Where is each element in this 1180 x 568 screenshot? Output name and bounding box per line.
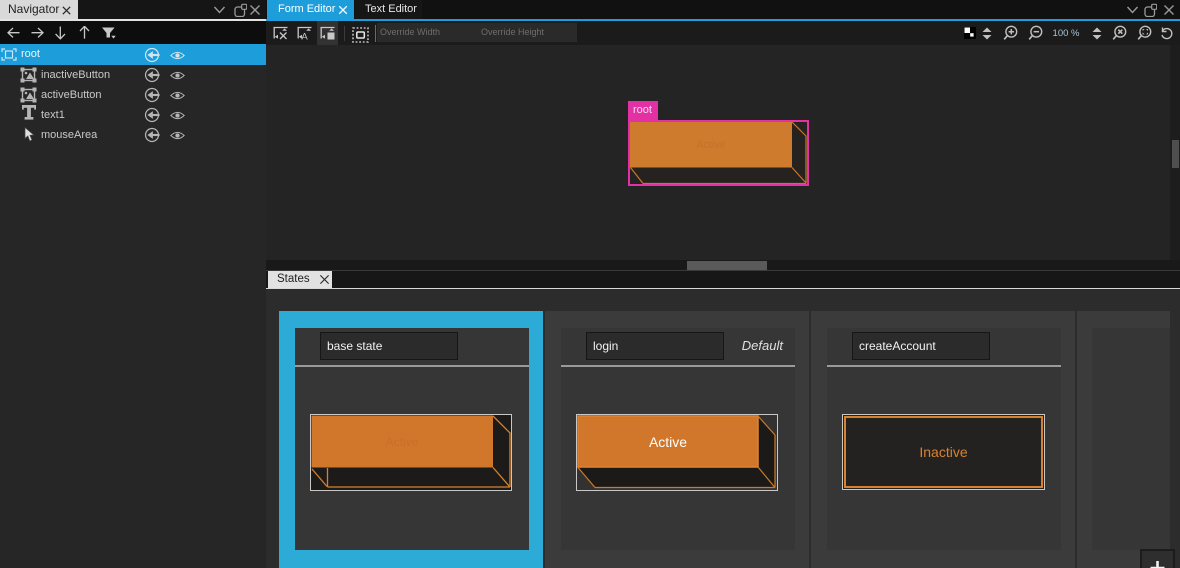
- svg-text:Active: Active: [696, 139, 726, 151]
- svg-text:Active: Active: [386, 435, 419, 449]
- svg-text:A: A: [301, 32, 308, 42]
- svg-text:Active: Active: [649, 434, 687, 450]
